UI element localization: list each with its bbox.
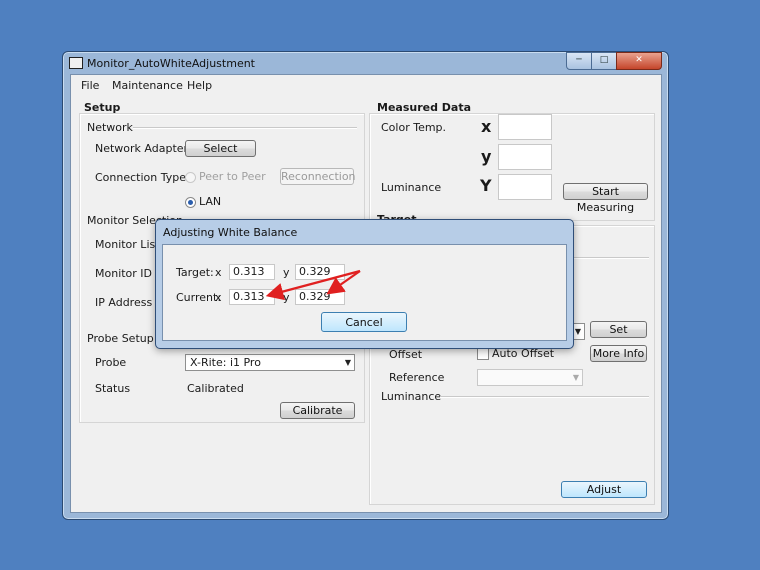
annotation-arrows (265, 269, 361, 301)
arrow-to-current-x (265, 269, 361, 301)
